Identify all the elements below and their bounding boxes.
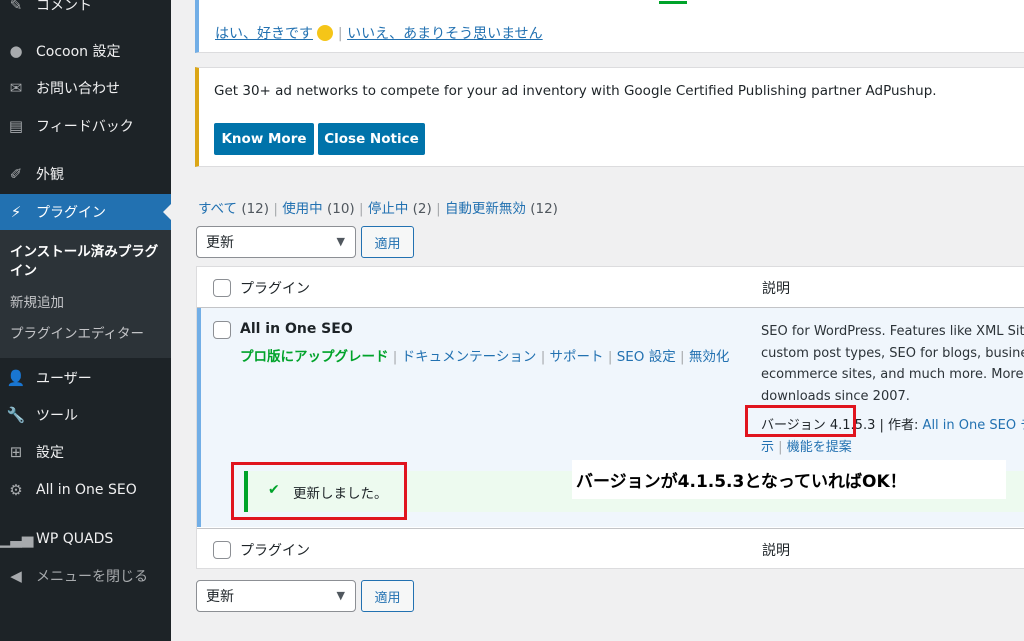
review-yes-link[interactable]: はい、好きです xyxy=(215,26,313,42)
bulk-action-select-top[interactable]: 更新 ▼ xyxy=(196,226,356,258)
progress-accent xyxy=(659,1,687,4)
feature-request-link[interactable]: 機能を提案 xyxy=(787,440,852,455)
menu-plugins[interactable]: ⚡ プラグイン xyxy=(0,194,171,230)
plugin-meta-line2: 示 | 機能を提案 xyxy=(761,440,852,455)
documentation-link[interactable]: ドキュメンテーション xyxy=(402,349,537,365)
plugins-table: プラグイン 説明 All in One SEO プロ版にアップグレード | ドキ… xyxy=(196,266,1024,569)
plugins-submenu: インストール済みプラグイン 新規追加 プラグインエディター xyxy=(0,230,171,358)
menu-wpquads[interactable]: ▁▃▅ WP QUADS xyxy=(0,521,171,557)
menu-collapse[interactable]: ◀ メニューを閉じる xyxy=(0,558,171,594)
review-no-link[interactable]: いいえ、あまりそう思いません xyxy=(347,26,543,42)
close-notice-button[interactable]: Close Notice xyxy=(318,123,425,155)
settings-icon: ⊞ xyxy=(9,443,23,461)
deactivate-link[interactable]: 無効化 xyxy=(689,349,730,365)
menu-users[interactable]: 👤 ユーザー xyxy=(0,360,171,396)
adpushup-notice: Get 30+ ad networks to compete for your … xyxy=(195,67,1024,167)
chevron-down-icon: ▼ xyxy=(336,235,345,248)
menu-aioseo[interactable]: ⚙ All in One SEO xyxy=(0,472,171,508)
comment-icon: ✎ xyxy=(9,0,23,14)
menu-tools[interactable]: 🔧 ツール xyxy=(0,397,171,433)
menu-contact[interactable]: ✉ お問い合わせ xyxy=(0,70,171,106)
column-header-description: 説明 xyxy=(762,281,790,297)
row-actions: プロ版にアップグレード | ドキュメンテーション | サポート | SEO 設定… xyxy=(240,349,730,365)
select-all-checkbox-bottom[interactable] xyxy=(213,541,231,559)
feedback-icon: ▤ xyxy=(8,117,24,135)
menu-feedback[interactable]: ▤ フィードバック xyxy=(0,108,171,144)
update-notice-highlight-box xyxy=(231,462,407,520)
column-footer-plugin: プラグイン xyxy=(240,543,310,559)
table-header: プラグイン 説明 xyxy=(197,267,1024,308)
plugin-name: All in One SEO xyxy=(240,321,353,337)
apply-button-top[interactable]: 適用 xyxy=(361,226,414,258)
seo-settings-link[interactable]: SEO 設定 xyxy=(617,349,676,365)
menu-settings[interactable]: ⊞ 設定 xyxy=(0,434,171,470)
know-more-button[interactable]: Know More xyxy=(214,123,314,155)
bulk-action-select-bottom[interactable]: 更新 ▼ xyxy=(196,580,356,612)
paintbrush-icon: ✐ xyxy=(9,165,23,183)
version-highlight-box xyxy=(745,405,856,437)
submenu-installed-plugins[interactable]: インストール済みプラグイン xyxy=(10,243,165,281)
admin-sidebar: ✎ コメント ● Cocoon 設定 ✉ お問い合わせ ▤ フィードバック ✐ … xyxy=(0,0,171,641)
submenu-add-new[interactable]: 新規追加 xyxy=(10,294,165,313)
menu-cocoon[interactable]: ● Cocoon 設定 xyxy=(0,33,171,69)
row-checkbox[interactable] xyxy=(213,321,231,339)
aioseo-icon: ⚙ xyxy=(9,481,23,499)
select-all-checkbox[interactable] xyxy=(213,279,231,297)
signal-bars-icon: ▁▃▅ xyxy=(0,530,34,548)
view-details-link[interactable]: 示 xyxy=(761,440,774,455)
current-menu-arrow xyxy=(163,204,171,220)
menu-comments[interactable]: ✎ コメント xyxy=(0,0,171,23)
cocoon-icon: ● xyxy=(9,42,23,60)
author-link[interactable]: All in One SEO チ xyxy=(923,418,1024,433)
support-link[interactable]: サポート xyxy=(550,349,604,365)
user-icon: 👤 xyxy=(6,369,26,387)
filter-inactive[interactable]: 停止中 xyxy=(368,201,409,217)
annotation-callout: バージョンが4.1.5.3となっていればOK！ xyxy=(572,460,1006,499)
plugin-description: SEO for WordPress. Features like XML Sit… xyxy=(761,324,1024,404)
filter-all[interactable]: すべて xyxy=(198,201,237,217)
chevron-down-icon: ▼ xyxy=(336,589,345,602)
smiley-icon xyxy=(317,25,334,41)
menu-appearance[interactable]: ✐ 外観 xyxy=(0,156,171,192)
column-footer-description: 説明 xyxy=(762,543,790,559)
apply-button-bottom[interactable]: 適用 xyxy=(361,580,414,612)
plugin-icon: ⚡ xyxy=(10,203,22,221)
filter-active[interactable]: 使用中 xyxy=(282,201,323,217)
plugin-status-filters: すべて (12) | 使用中 (10) | 停止中 (2) | 自動更新無効 (… xyxy=(198,201,558,217)
mail-icon: ✉ xyxy=(9,79,23,97)
column-header-plugin: プラグイン xyxy=(240,281,310,297)
upgrade-link[interactable]: プロ版にアップグレード xyxy=(240,349,389,365)
adpushup-notice-text: Get 30+ ad networks to compete for your … xyxy=(214,83,937,99)
submenu-plugin-editor[interactable]: プラグインエディター xyxy=(10,325,165,344)
table-footer: プラグイン 説明 xyxy=(197,528,1024,569)
review-notice: はい、好きです | いいえ、あまりそう思いません xyxy=(195,0,1024,53)
filter-autoupdate-disabled[interactable]: 自動更新無効 xyxy=(445,201,526,217)
wrench-icon: 🔧 xyxy=(6,406,26,424)
collapse-arrow-icon: ◀ xyxy=(10,567,22,585)
